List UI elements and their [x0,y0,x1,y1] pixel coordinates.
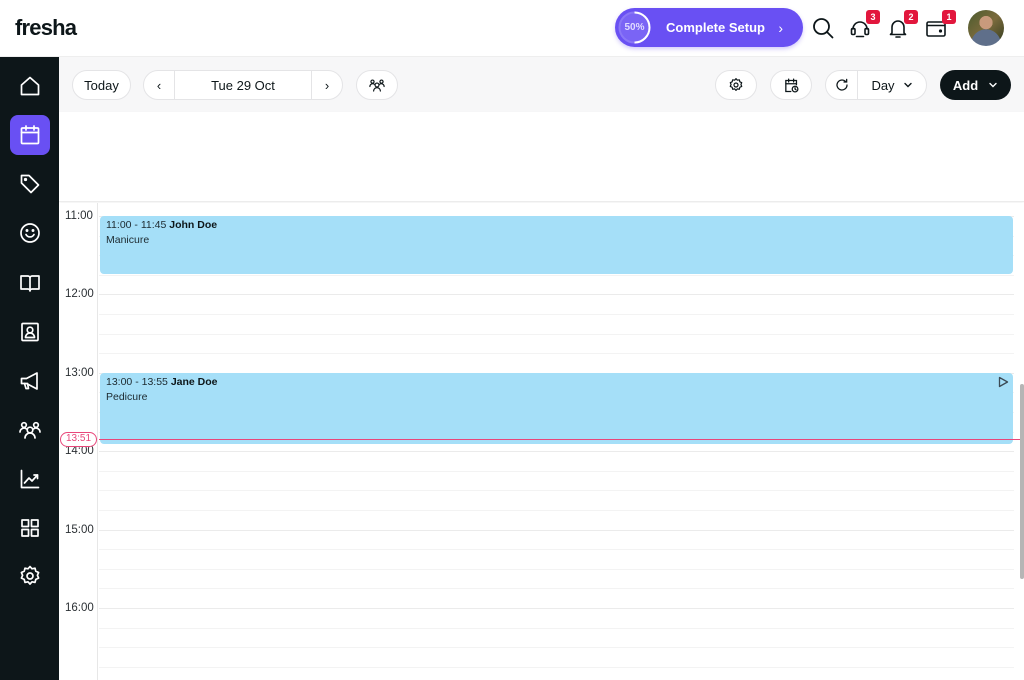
sidebar-item-clients[interactable] [10,213,50,253]
sidebar-item-people[interactable] [10,410,50,450]
appointment-card[interactable]: 13:00 - 13:55 Jane Doe Pedicure [100,372,1013,444]
search-button[interactable] [809,14,837,42]
quarter-grid-line [99,470,1014,472]
chevron-right-icon: › [778,19,783,36]
quarter-grid-line [99,666,1014,668]
wallet-button[interactable]: 1 [922,10,956,42]
wallet-badge: 1 [942,10,956,24]
setup-progress-label: 50% [624,22,645,33]
setup-progress-ring: 50% [617,10,652,45]
sidebar-item-settings[interactable] [10,556,50,596]
quarter-grid-line [99,353,1014,355]
appointment-time: 11:00 - 11:45 [106,219,167,231]
view-selector[interactable]: Day [858,71,926,99]
in-progress-play-icon [998,376,1009,387]
current-time-line [99,439,1024,441]
appointment-time: 13:00 - 13:55 [106,375,168,388]
next-day-button[interactable]: › [312,71,342,99]
sidebar-item-marketing[interactable] [10,361,50,401]
smiley-icon [20,223,40,243]
add-button[interactable]: Add [940,70,1011,100]
quarter-grid-line [99,314,1014,315]
chart-icon [20,469,40,489]
sidebar-item-reports[interactable] [10,459,50,499]
quarter-grid-line [99,490,1014,492]
megaphone-icon [20,372,38,390]
view-controls: Day [825,70,927,100]
hour-grid-line [99,608,1014,609]
quarter-grid-line [99,588,1014,590]
appointment-client: Jane Doe [170,375,218,388]
team-icon [369,79,385,92]
group-icon [19,421,41,439]
hour-label: 13:00 [65,366,94,379]
notifications-button[interactable]: 2 [884,10,918,42]
sidebar-item-catalog[interactable] [10,263,50,303]
support-button[interactable]: 3 [846,10,880,42]
hour-label: 15:00 [65,523,94,536]
quarter-grid-line [99,627,1014,629]
sidebar-item-calendar[interactable] [10,115,50,155]
hour-label: 11:00 [65,210,93,222]
appointment-service: Pedicure [106,390,148,403]
notifications-badge: 2 [904,10,918,24]
refresh-icon [835,78,848,91]
today-button[interactable]: Today [72,70,131,100]
hour-grid-line [99,529,1014,531]
calendar-icon [20,125,40,145]
setup-label: Complete Setup [666,20,765,35]
quarter-grid-line [99,568,1014,570]
calendar-toolbar: Today ‹ Tue 29 Oct › Day Add [59,57,1024,112]
sidebar-item-team[interactable] [10,312,50,352]
add-label: Add [952,77,979,93]
schedule-button[interactable] [770,70,812,100]
quarter-grid-line [99,274,1014,276]
refresh-button[interactable] [826,71,858,99]
calendar-scrollbar[interactable] [1020,384,1024,579]
calendar-grid[interactable]: 11:00 12:00 13:00 14:00 15:00 16:00 11:00 - 1… [59,203,1024,680]
search-icon [813,18,834,39]
fresha-logo[interactable]: fresha [15,15,77,41]
sidebar-item-home[interactable] [10,66,50,106]
grid-icon [21,519,39,537]
settings-icon [20,565,40,585]
chevron-down-icon [903,82,912,88]
previous-day-button[interactable]: ‹ [144,71,174,99]
appointment-client: John Doe [169,219,218,231]
sidebar [0,57,59,680]
date-picker-button[interactable]: Tue 29 Oct [174,71,312,99]
sidebar-item-sales[interactable] [10,164,50,204]
quarter-grid-line [99,333,1014,335]
quarter-grid-line [99,549,1014,551]
hour-label: 16:00 [65,602,94,614]
tag-icon [20,174,40,194]
user-avatar[interactable] [968,10,1004,46]
hour-grid-line [99,294,1014,296]
home-icon [20,76,40,96]
team-filter-button[interactable] [356,70,398,100]
view-label: Day [871,77,895,93]
calendar-settings-button[interactable] [715,70,757,100]
date-navigator: ‹ Tue 29 Oct › [143,70,343,100]
calendar-clock-icon [784,77,799,93]
hour-grid-line [99,451,1014,453]
calendar-column-header [59,112,1024,202]
chevron-down-icon [989,82,997,88]
complete-setup-button[interactable]: 50% Complete Setup › [615,8,803,47]
appointment-service: Manicure [106,234,150,246]
hour-label: 12:00 [65,288,94,301]
quarter-grid-line [99,510,1014,511]
settings-icon [729,78,743,91]
sidebar-item-apps[interactable] [10,508,50,548]
contact-card-icon [21,322,39,342]
support-badge: 3 [866,10,880,24]
appointment-card[interactable]: 11:00 - 11:45 John Doe Manicure [100,216,1013,274]
book-icon [20,275,40,292]
current-time-indicator: 13:51 [60,432,97,448]
top-bar: fresha 50% Complete Setup › 3 2 1 [0,0,1024,57]
quarter-grid-line [99,647,1014,649]
